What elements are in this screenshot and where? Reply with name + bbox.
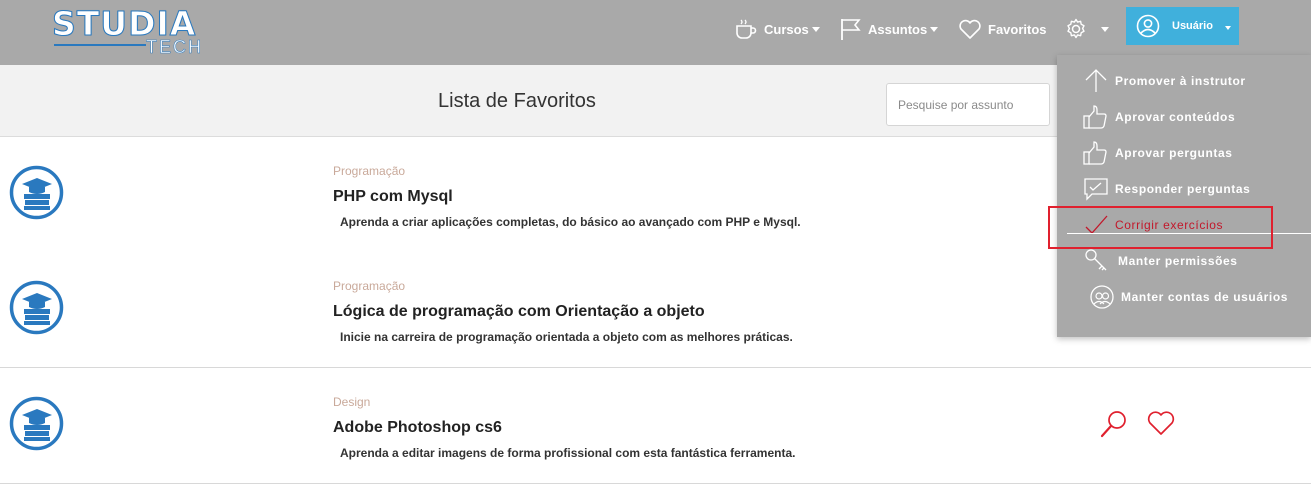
logo-underline bbox=[54, 44, 146, 46]
menu-item-responder-perguntas[interactable]: Responder perguntas bbox=[1057, 171, 1311, 207]
course-row[interactable]: Design Adobe Photoshop cs6 Aprenda a edi… bbox=[0, 368, 1311, 484]
users-icon bbox=[1090, 285, 1114, 309]
course-title[interactable]: PHP com Mysql bbox=[333, 188, 453, 206]
menu-item-manter-contas[interactable]: Manter contas de usuários bbox=[1057, 279, 1311, 315]
user-menu-button[interactable]: Usuário bbox=[1126, 7, 1239, 45]
logo-sub-text: TECH bbox=[146, 37, 203, 58]
menu-item-aprovar-conteudos[interactable]: Aprovar conteúdos bbox=[1057, 99, 1311, 135]
selection-highlight-box bbox=[1048, 206, 1273, 249]
nav-settings[interactable] bbox=[1065, 17, 1109, 41]
course-description: Inicie na carreira de programação orient… bbox=[340, 330, 793, 344]
nav-favoritos[interactable]: Favoritos bbox=[958, 17, 1047, 41]
menu-item-label: Promover à instrutor bbox=[1115, 74, 1246, 88]
course-description: Aprenda a editar imagens de forma profis… bbox=[340, 446, 796, 460]
user-menu-label: Usuário bbox=[1172, 20, 1213, 32]
chevron-down-icon bbox=[1101, 26, 1109, 32]
chat-check-icon bbox=[1084, 178, 1108, 201]
user-avatar-icon bbox=[1136, 14, 1160, 38]
menu-item-label: Manter contas de usuários bbox=[1121, 290, 1289, 304]
menu-item-label: Aprovar conteúdos bbox=[1115, 110, 1236, 124]
menu-item-aprovar-perguntas[interactable]: Aprovar perguntas bbox=[1057, 135, 1311, 171]
heart-icon[interactable] bbox=[1146, 409, 1176, 437]
chevron-down-icon bbox=[811, 26, 820, 32]
chevron-down-icon bbox=[1224, 26, 1231, 30]
flag-icon bbox=[841, 19, 861, 40]
key-icon bbox=[1085, 249, 1107, 271]
search-input[interactable] bbox=[886, 83, 1050, 126]
arrow-up-icon bbox=[1085, 69, 1107, 92]
studia-tech-logo[interactable]: STUDIA TECH bbox=[51, 4, 204, 58]
menu-item-promover-instrutor[interactable]: Promover à instrutor bbox=[1057, 63, 1311, 99]
page-title: Lista de Favoritos bbox=[438, 90, 596, 112]
graduation-books-icon bbox=[9, 165, 64, 220]
nav-favoritos-label: Favoritos bbox=[988, 21, 1047, 37]
graduation-books-icon bbox=[9, 396, 64, 451]
heart-icon bbox=[959, 19, 981, 39]
chevron-down-icon bbox=[930, 26, 939, 32]
search-icon[interactable] bbox=[1098, 408, 1130, 440]
nav-cursos[interactable]: Cursos bbox=[734, 17, 820, 41]
settings-dropdown-menu: Promover à instrutor Aprovar conteúdos A… bbox=[1057, 55, 1311, 337]
graduation-books-icon bbox=[9, 280, 64, 335]
menu-item-label: Responder perguntas bbox=[1115, 182, 1251, 196]
gear-icon bbox=[1067, 18, 1085, 39]
nav-assuntos-label: Assuntos bbox=[868, 21, 928, 37]
thumbs-up-icon bbox=[1083, 141, 1107, 165]
course-title[interactable]: Lógica de programação com Orientação a o… bbox=[333, 303, 705, 321]
nav-cursos-label: Cursos bbox=[764, 21, 809, 37]
course-category: Programação bbox=[333, 164, 406, 178]
nav-assuntos[interactable]: Assuntos bbox=[838, 17, 939, 41]
coffee-cup-icon bbox=[736, 19, 757, 39]
menu-item-label: Manter permissões bbox=[1118, 254, 1238, 268]
menu-item-label: Aprovar perguntas bbox=[1115, 146, 1233, 160]
course-description: Aprenda a criar aplicações completas, do… bbox=[340, 215, 801, 229]
course-category: Programação bbox=[333, 279, 406, 293]
course-category: Design bbox=[333, 395, 371, 409]
course-title[interactable]: Adobe Photoshop cs6 bbox=[333, 419, 502, 437]
thumbs-up-icon bbox=[1083, 105, 1107, 129]
